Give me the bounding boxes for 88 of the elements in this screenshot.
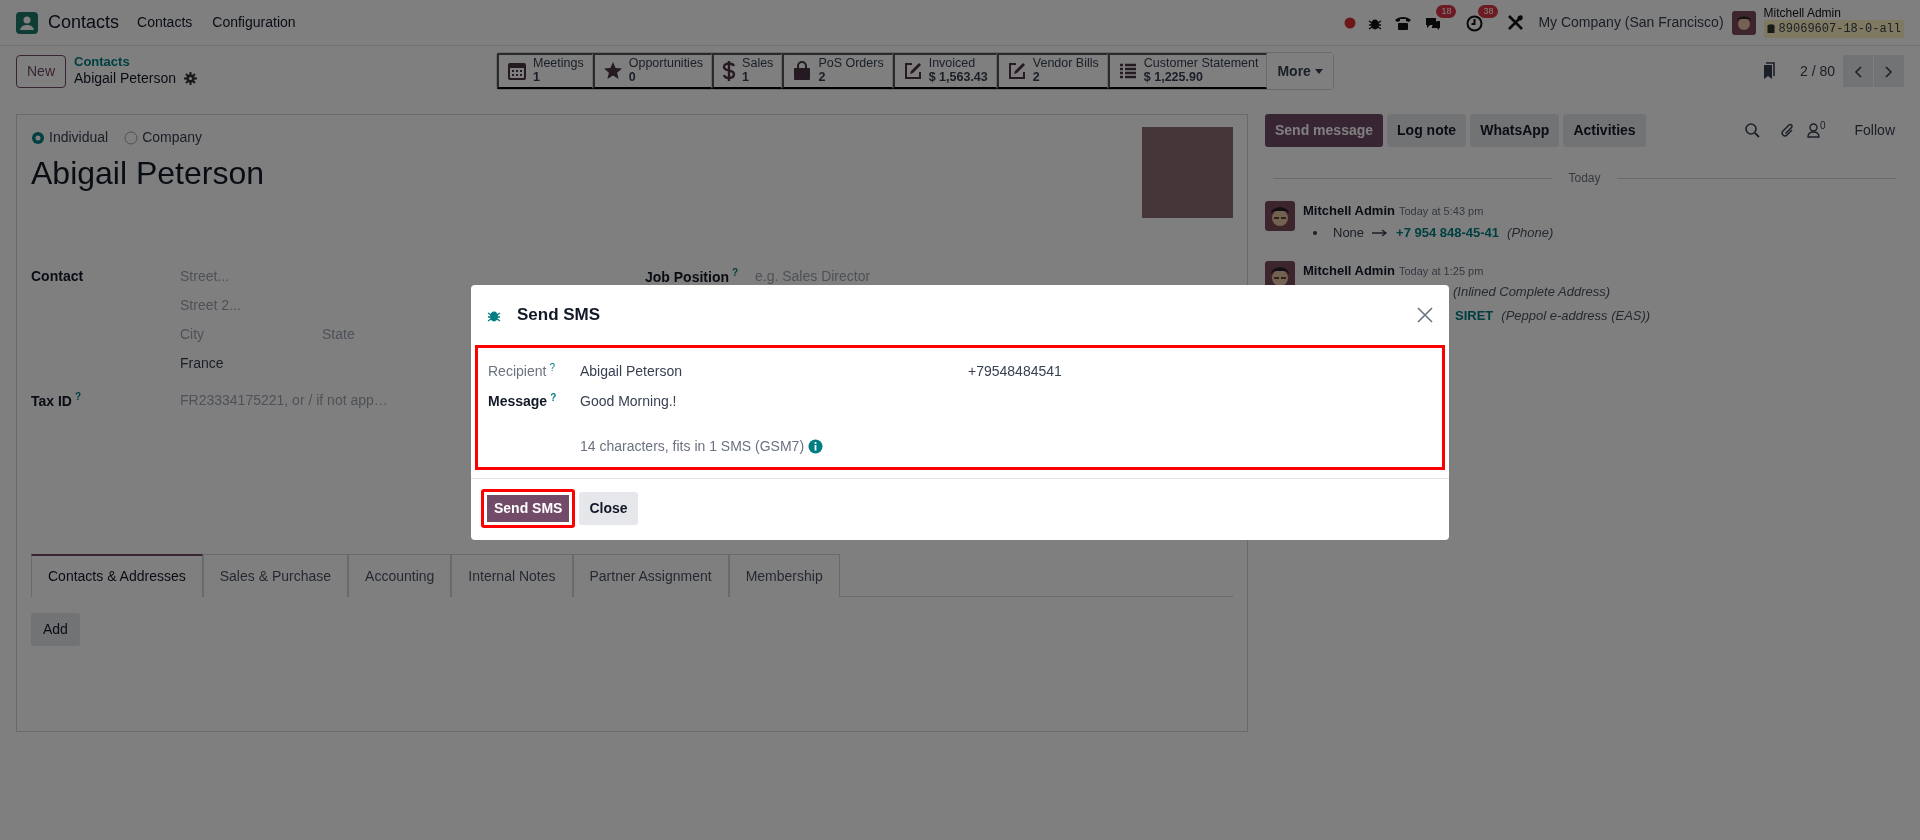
new-value: +7 954 848-45-41 — [1396, 223, 1500, 242]
calendar-icon — [507, 61, 527, 81]
follow-button[interactable]: Follow — [1853, 119, 1896, 142]
chatter-button[interactable]: Send message — [1265, 114, 1384, 147]
old-value: None — [1333, 223, 1365, 242]
field-name: (Peppol e-address (EAS)) — [1501, 307, 1651, 325]
app-name[interactable]: Contacts — [48, 9, 120, 36]
smart-button[interactable]: Invoiced $ 1,563.43 — [892, 53, 997, 89]
app-logo-icon — [16, 11, 38, 34]
user-name[interactable]: Mitchell Admin — [1763, 6, 1904, 21]
person-icon[interactable] — [1806, 123, 1820, 138]
smart-button[interactable]: PoS Orders 2 — [782, 53, 893, 89]
arrow-icon — [1372, 228, 1389, 237]
menu-item[interactable]: Configuration — [212, 12, 296, 33]
recipient-phone: +79548484541 — [968, 361, 1062, 381]
close-icon[interactable] — [1417, 307, 1433, 323]
dollar-icon — [722, 60, 737, 82]
radio-label[interactable]: Company — [142, 127, 203, 148]
record-title: Abigail Peterson — [74, 69, 176, 87]
field-name: (Inlined Complete Address) — [1453, 283, 1611, 301]
database-name: 89069607-18-0-all — [1778, 21, 1901, 39]
smart-button[interactable]: Vendor Bills 2 — [996, 53, 1108, 89]
chat-icon[interactable] — [1424, 15, 1443, 32]
chevron-left-icon — [1854, 65, 1862, 78]
chatter-button[interactable]: Activities — [1563, 114, 1646, 147]
recording-dot-icon[interactable] — [1344, 16, 1357, 29]
tab[interactable]: Partner Assignment — [572, 554, 729, 597]
tab[interactable]: Sales & Purchase — [202, 554, 349, 597]
bookmark-icon[interactable] — [1761, 62, 1776, 80]
list-icon — [1117, 61, 1138, 81]
clock-icon[interactable] — [1466, 14, 1484, 32]
field-label: Job Position $^{?}$ — [645, 268, 739, 285]
star-icon — [602, 61, 623, 81]
info-icon[interactable] — [808, 439, 824, 454]
tab[interactable]: Contacts & Addresses — [31, 554, 203, 597]
message-time: Today at 5:43 pm — [1398, 204, 1484, 219]
paperclip-icon[interactable] — [1779, 122, 1795, 139]
smart-button[interactable]: Opportunities 0 — [592, 53, 713, 89]
character-count: 14 characters, fits in 1 SMS (GSM7) — [580, 437, 805, 456]
message-author: Mitchell Admin — [1303, 202, 1395, 220]
date-divider: Today — [1568, 170, 1601, 187]
close-button[interactable]: Close — [579, 492, 638, 525]
new-button[interactable]: New — [16, 54, 66, 88]
edit-icon — [902, 61, 923, 81]
field-label: Message $^{?}$ — [488, 393, 557, 410]
pager-value[interactable]: 2 / 80 — [1799, 60, 1835, 82]
field-label: Contact — [31, 268, 84, 284]
chatter-button[interactable]: WhatsApp — [1470, 114, 1560, 147]
edit-icon — [1006, 61, 1027, 81]
field-label: Tax ID $^{?}$ — [31, 392, 82, 409]
radio-button[interactable] — [31, 130, 45, 145]
followers-count[interactable]: 0 — [1819, 118, 1826, 133]
contact-name: Abigail Peterson — [31, 154, 265, 193]
message-author: Mitchell Admin — [1303, 261, 1395, 280]
phone-icon[interactable] — [1394, 14, 1413, 31]
smart-button[interactable]: Meetings 1 — [497, 53, 593, 89]
breadcrumb-link[interactable]: Contacts — [74, 55, 197, 70]
smart-button[interactable]: Sales 1 — [712, 53, 783, 89]
user-avatar-icon[interactable] — [1731, 10, 1756, 35]
add-button[interactable]: Add — [31, 613, 80, 646]
radio-button[interactable] — [124, 130, 139, 145]
settings-icon[interactable] — [183, 71, 197, 85]
tab[interactable]: Accounting — [348, 554, 452, 597]
chevron-right-icon — [1885, 65, 1893, 78]
caret-icon — [1314, 68, 1323, 74]
chatter-button[interactable]: Log note — [1387, 114, 1467, 147]
dialog-title: Send SMS — [517, 304, 602, 327]
message-field[interactable]: Good Morning.! — [580, 390, 677, 412]
country-field[interactable]: France — [180, 353, 224, 374]
database-icon — [1766, 24, 1775, 35]
search-icon[interactable] — [1744, 123, 1760, 138]
notification-badge: 38 — [1478, 5, 1499, 18]
tools-icon[interactable] — [1507, 14, 1525, 31]
user-avatar-icon — [1265, 201, 1295, 231]
tab[interactable]: Membership — [728, 554, 840, 597]
menu-item[interactable]: Contacts — [137, 12, 193, 33]
field-label: Recipient $^{?}$ — [488, 363, 555, 380]
tab[interactable]: Internal Notes — [451, 554, 573, 597]
new-value: SIRET — [1455, 307, 1494, 325]
smart-button[interactable]: Customer Statement $ 1,225.90 — [1107, 53, 1268, 89]
shopping-bag-icon — [792, 61, 813, 81]
field-name: (Phone) — [1507, 223, 1554, 242]
company-switcher[interactable]: My Company (San Francisco) — [1538, 12, 1724, 33]
recipient-name: Abigail Peterson — [580, 361, 683, 381]
radio-label[interactable]: Individual — [49, 127, 109, 148]
message-time: Today at 1:25 pm — [1398, 263, 1484, 279]
send-button[interactable]: Send SMS — [481, 489, 576, 528]
notification-badge: 18 — [1436, 5, 1457, 18]
